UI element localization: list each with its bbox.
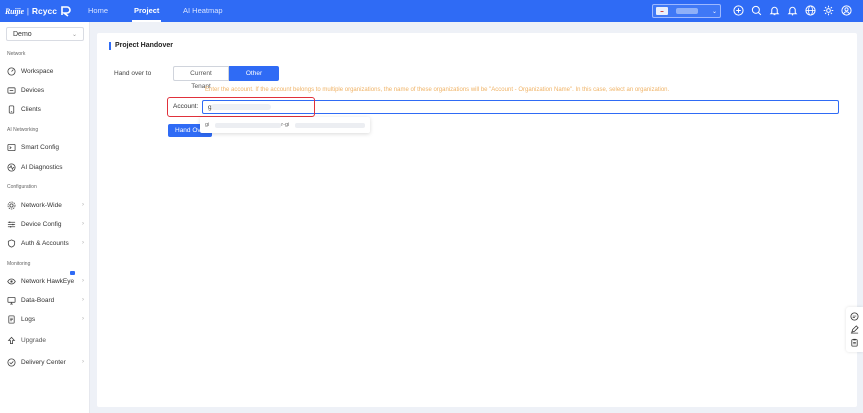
chevron-right-icon: › bbox=[82, 202, 84, 208]
feedback-icon[interactable] bbox=[850, 325, 859, 334]
upgrade-arrow-icon bbox=[7, 336, 16, 345]
suggestion-redacted-part bbox=[295, 122, 366, 128]
section-monitoring: Monitoring bbox=[7, 261, 31, 267]
settings-gear-icon[interactable] bbox=[822, 4, 835, 17]
chevron-right-icon: › bbox=[82, 297, 84, 303]
add-icon[interactable] bbox=[732, 4, 745, 17]
chevron-right-icon: › bbox=[82, 316, 84, 322]
other-tenant-option[interactable]: Other Tenant bbox=[229, 66, 279, 90]
sidebar-item-label: Clients bbox=[21, 105, 41, 113]
sidebar-item-label: Network HawkEye bbox=[21, 277, 75, 285]
sidebar-item-devices[interactable]: Devices bbox=[0, 82, 90, 98]
sidebar-item-smart-config[interactable]: Smart Config bbox=[0, 139, 90, 155]
ai-diagnostics-icon bbox=[7, 162, 16, 172]
sidebar-item-label: Upgrade bbox=[21, 336, 46, 344]
clipboard-icon[interactable] bbox=[850, 338, 859, 347]
org-logo-icon: ▬ bbox=[656, 7, 668, 15]
hand-over-target-switch: Current Tenant Other Tenant bbox=[173, 66, 279, 90]
chevron-down-icon: ⌄ bbox=[71, 31, 77, 38]
account-hint-text: Enter the account. If the account belong… bbox=[205, 87, 670, 93]
org-name-redacted bbox=[676, 8, 698, 14]
sidebar-item-label: Devices bbox=[21, 86, 45, 94]
sidebar-item-data-board[interactable]: Data-Board › bbox=[0, 292, 90, 308]
project-handover-panel: Project Handover Hand over to Current Te… bbox=[97, 33, 857, 407]
sidebar-item-label: Workspace bbox=[21, 67, 54, 75]
app-logo[interactable]: Ruijie | Rcycc bbox=[0, 0, 80, 22]
sidebar-item-device-config[interactable]: Device Config › bbox=[0, 216, 90, 232]
sidebar-item-clients[interactable]: Clients bbox=[0, 101, 90, 117]
notification-bell-icon[interactable] bbox=[786, 4, 799, 17]
suggestion-prefix: gi bbox=[205, 122, 210, 128]
section-ai-networking: AI Networking bbox=[7, 127, 39, 133]
network-wide-gear-icon bbox=[7, 201, 16, 210]
current-tenant-option[interactable]: Current Tenant bbox=[173, 66, 229, 90]
organization-select[interactable]: ▬ ⌄ bbox=[652, 4, 721, 18]
sidebar-item-workspace[interactable]: Workspace bbox=[0, 63, 90, 79]
logs-document-icon bbox=[7, 314, 16, 324]
sidebar-item-label: Logs bbox=[21, 315, 36, 323]
sidebar-item-ai-diagnostics[interactable]: AI Diagnostics bbox=[0, 159, 90, 175]
auth-accounts-shield-icon bbox=[7, 238, 16, 248]
suggestion-redacted-part bbox=[215, 122, 282, 128]
chevron-right-icon: › bbox=[82, 278, 84, 284]
sidebar-item-logs[interactable]: Logs › bbox=[0, 311, 90, 327]
new-badge bbox=[70, 271, 75, 275]
sidebar-item-label: Auth & Accounts bbox=[21, 239, 69, 247]
sidebar-item-upgrade[interactable]: Upgrade bbox=[0, 332, 90, 348]
top-icon-bar bbox=[732, 4, 853, 17]
sidebar-item-auth-accounts[interactable]: Auth & Accounts › bbox=[0, 235, 90, 251]
devices-icon bbox=[7, 86, 16, 95]
account-suggestion-item[interactable]: gi r-gi bbox=[200, 117, 370, 133]
device-config-sliders-icon bbox=[7, 220, 16, 229]
workspace-icon bbox=[7, 66, 16, 76]
section-configuration: Configuration bbox=[7, 184, 37, 190]
chat-support-icon[interactable] bbox=[850, 312, 859, 321]
sidebar-item-network-hawkeye[interactable]: Network HawkEye › bbox=[0, 271, 90, 289]
floating-toolbar bbox=[846, 307, 863, 352]
account-label: Account: bbox=[173, 103, 199, 110]
sidebar-item-label: Network-Wide bbox=[21, 201, 62, 209]
search-icon[interactable] bbox=[750, 4, 763, 17]
nav-project[interactable]: Project bbox=[131, 0, 162, 22]
globe-icon[interactable] bbox=[804, 4, 817, 17]
chevron-right-icon: › bbox=[82, 240, 84, 246]
network-hawkeye-eye-icon bbox=[7, 277, 16, 286]
brand-separator: | bbox=[26, 6, 29, 16]
chevron-right-icon: › bbox=[82, 221, 84, 227]
alarm-bell-icon[interactable] bbox=[768, 4, 781, 17]
tenant-select[interactable]: Demo ⌄ bbox=[6, 27, 84, 41]
user-avatar-icon[interactable] bbox=[840, 4, 853, 17]
sidebar-item-label: Data-Board bbox=[21, 296, 55, 304]
data-board-monitor-icon bbox=[7, 296, 16, 305]
sidebar-item-label: Device Config bbox=[21, 220, 62, 228]
nav-ai-heatmap[interactable]: AI Heatmap bbox=[183, 0, 223, 22]
chevron-down-icon: ⌄ bbox=[711, 8, 717, 15]
nav-home[interactable]: Home bbox=[88, 0, 108, 22]
chevron-right-icon: › bbox=[82, 359, 84, 365]
sidebar-item-delivery-center[interactable]: Delivery Center › bbox=[0, 354, 90, 370]
top-bar: Ruijie | Rcycc Home Project AI Heatmap ▬… bbox=[0, 0, 863, 22]
sidebar-item-network-wide[interactable]: Network-Wide › bbox=[0, 197, 90, 213]
hand-over-to-label: Hand over to bbox=[114, 70, 152, 77]
brand-text: Ruijie bbox=[5, 6, 24, 16]
sidebar-item-label: AI Diagnostics bbox=[21, 163, 63, 171]
sidebar-item-label: Delivery Center bbox=[21, 358, 66, 366]
clients-icon bbox=[7, 104, 16, 114]
section-network: Network bbox=[7, 51, 26, 57]
product-name: Rcycc bbox=[31, 6, 57, 16]
delivery-center-icon bbox=[7, 357, 16, 367]
tenant-select-value: Demo bbox=[13, 30, 32, 38]
sidebar-item-label: Smart Config bbox=[21, 143, 59, 151]
logo-mark-icon bbox=[61, 6, 71, 17]
sidebar: Demo ⌄ Network Workspace Devices Clients… bbox=[0, 22, 90, 413]
smart-config-icon bbox=[7, 143, 16, 152]
suggestion-mid: r-gi bbox=[281, 122, 290, 128]
page-title: Project Handover bbox=[109, 42, 173, 50]
